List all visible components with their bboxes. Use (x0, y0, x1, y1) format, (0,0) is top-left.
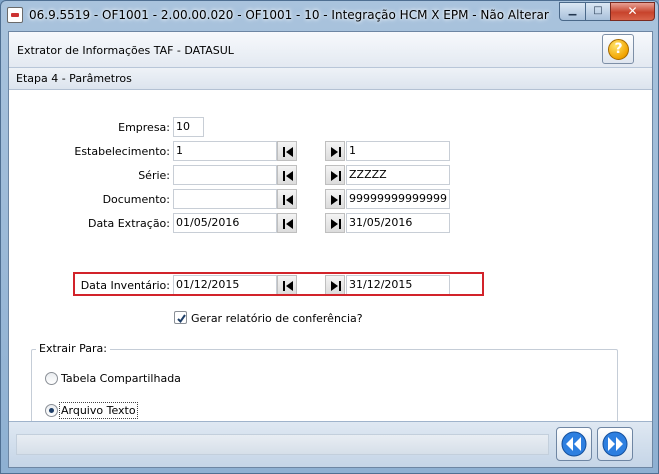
minimize-button[interactable]: ▁ (559, 2, 586, 21)
parameters-form: Empresa: 10 Estabelecimento: 1 1 Série: … (9, 91, 652, 438)
serie-from-input[interactable] (173, 165, 277, 185)
app-window: 06.9.5519 - OF1001 - 2.00.00.020 - OF100… (0, 0, 659, 474)
help-icon: ? (608, 39, 629, 60)
serie-to-input[interactable]: ZZZZZ (346, 165, 450, 185)
last-record-icon[interactable] (325, 189, 345, 209)
first-record-icon[interactable] (277, 189, 297, 209)
documento-to-input[interactable]: 99999999999999 (346, 189, 450, 209)
first-record-icon[interactable] (277, 165, 297, 185)
last-record-icon[interactable] (325, 165, 345, 185)
documento-label: Documento: (102, 193, 170, 206)
last-record-icon[interactable] (325, 275, 345, 295)
empresa-input[interactable]: 10 (173, 117, 204, 137)
close-button[interactable]: ✕ (610, 2, 655, 21)
data-inventario-from-input[interactable]: 01/12/2015 (173, 275, 277, 295)
arquivo-texto-label: Arquivo Texto (59, 402, 138, 419)
back-button[interactable] (556, 427, 592, 461)
tabela-compartilhada-label: Tabela Compartilhada (61, 372, 181, 385)
empresa-label: Empresa: (118, 121, 170, 134)
estabelecimento-to-input[interactable]: 1 (346, 141, 450, 161)
documento-from-input[interactable] (173, 189, 277, 209)
first-record-icon[interactable] (277, 141, 297, 161)
title-bar[interactable]: 06.9.5519 - OF1001 - 2.00.00.020 - OF100… (1, 1, 658, 31)
step-bar: Etapa 4 - Parâmetros (9, 68, 652, 90)
data-inventario-label: Data Inventário: (80, 279, 170, 292)
last-record-icon[interactable] (325, 141, 345, 161)
gerar-relatorio-checkbox[interactable] (174, 311, 187, 324)
data-inventario-to-input[interactable]: 31/12/2015 (346, 275, 450, 295)
extrair-para-title: Extrair Para: (36, 342, 110, 355)
status-field (16, 434, 549, 455)
gerar-relatorio-label: Gerar relatório de conferência? (191, 312, 363, 325)
header-title: Extrator de Informações TAF - DATASUL (17, 44, 234, 57)
header-bar: Extrator de Informações TAF - DATASUL ? (9, 32, 652, 68)
last-record-icon[interactable] (325, 213, 345, 233)
app-icon (7, 7, 23, 23)
estabelecimento-label: Estabelecimento: (74, 145, 170, 158)
serie-label: Série: (138, 169, 170, 182)
next-button[interactable] (597, 427, 633, 461)
double-right-arrow-icon (602, 431, 628, 457)
step-label: Etapa 4 - Parâmetros (16, 72, 132, 85)
maximize-button[interactable]: □ (585, 2, 611, 21)
arquivo-texto-radio[interactable] (45, 404, 58, 417)
window-title: 06.9.5519 - OF1001 - 2.00.00.020 - OF100… (29, 8, 549, 22)
wizard-bottom-bar (9, 421, 652, 467)
first-record-icon[interactable] (277, 213, 297, 233)
data-extracao-to-input[interactable]: 31/05/2016 (346, 213, 450, 233)
data-extracao-label: Data Extração: (87, 217, 170, 230)
estabelecimento-from-input[interactable]: 1 (173, 141, 277, 161)
dialog-client: Extrator de Informações TAF - DATASUL ? … (8, 31, 653, 468)
data-extracao-from-input[interactable]: 01/05/2016 (173, 213, 277, 233)
first-record-icon[interactable] (277, 275, 297, 295)
double-left-arrow-icon (561, 431, 587, 457)
tabela-compartilhada-radio[interactable] (45, 372, 58, 385)
help-button[interactable]: ? (602, 34, 634, 64)
